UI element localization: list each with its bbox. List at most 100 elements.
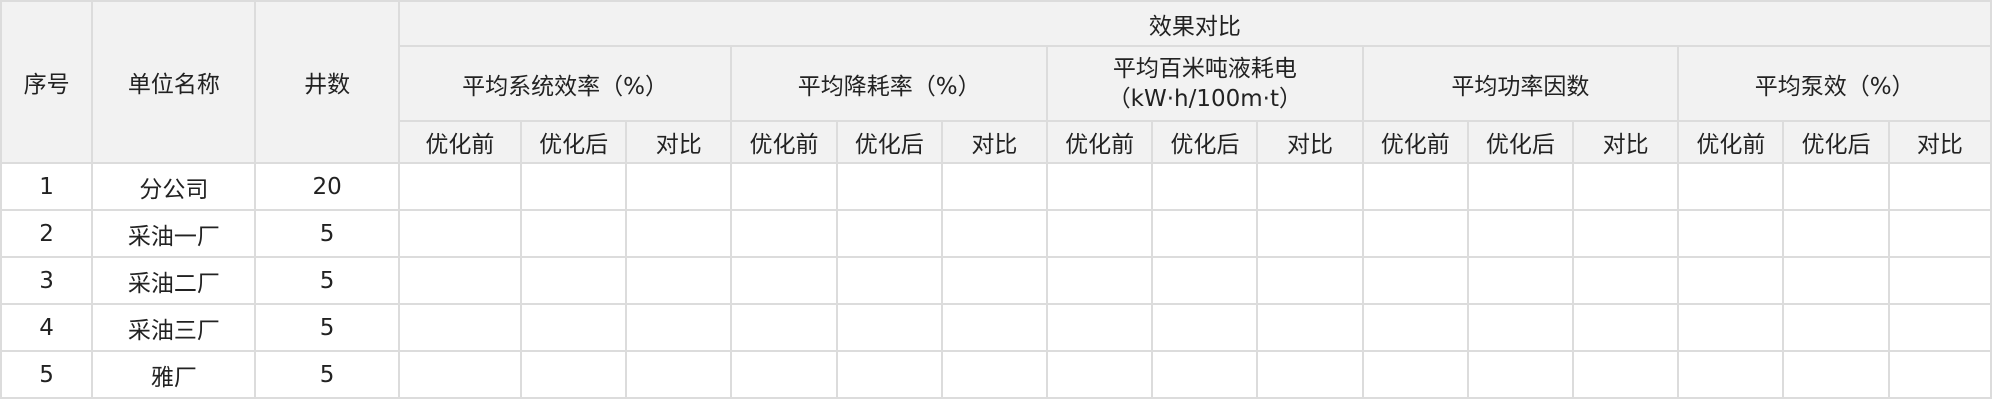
subheader-compare: 对比 (1887, 120, 1993, 164)
empty-value-cell (730, 209, 838, 258)
empty-value-cell (1782, 303, 1890, 352)
empty-value-cell (1151, 209, 1259, 258)
empty-value-cell (1572, 162, 1680, 211)
empty-value-cell (519, 350, 628, 399)
empty-value-cell (1361, 350, 1469, 399)
subheader-before: 优化前 (730, 120, 838, 164)
row-unit-cell: 采油二厂 (91, 256, 257, 305)
empty-value-cell (625, 303, 733, 352)
empty-value-cell (1046, 303, 1154, 352)
empty-value-cell (940, 350, 1049, 399)
empty-value-cell (1677, 209, 1785, 258)
empty-value-cell (835, 256, 943, 305)
header-metric-system-efficiency: 平均系统效率（%） (397, 45, 733, 122)
header-metric-power-per-100m-ton: 平均百米吨液耗电（kW·h/100m·t） (1046, 45, 1364, 122)
empty-value-cell (1572, 303, 1680, 352)
subheader-compare: 对比 (940, 120, 1049, 164)
row-unit-cell: 采油三厂 (91, 303, 257, 352)
header-index: 序号 (0, 0, 94, 164)
empty-value-cell (940, 256, 1049, 305)
empty-value-cell (625, 162, 733, 211)
empty-value-cell (1466, 209, 1575, 258)
empty-value-cell (1887, 209, 1993, 258)
table-row: 5 雅厂 5 (0, 350, 1993, 399)
empty-value-cell (1466, 350, 1575, 399)
empty-value-cell (1256, 209, 1364, 258)
empty-value-cell (1256, 256, 1364, 305)
table-row: 3 采油二厂 5 (0, 256, 1993, 305)
empty-value-cell (1046, 162, 1154, 211)
empty-value-cell (1677, 303, 1785, 352)
empty-value-cell (1887, 303, 1993, 352)
empty-value-cell (1677, 256, 1785, 305)
empty-value-cell (730, 303, 838, 352)
empty-value-cell (1256, 303, 1364, 352)
empty-value-cell (1782, 209, 1890, 258)
empty-value-cell (1572, 256, 1680, 305)
empty-value-cell (519, 256, 628, 305)
header-metric-pump-efficiency: 平均泵效（%） (1677, 45, 1992, 122)
empty-value-cell (397, 303, 523, 352)
empty-value-cell (730, 162, 838, 211)
subheader-after: 优化后 (1466, 120, 1575, 164)
empty-value-cell (397, 350, 523, 399)
empty-value-cell (1677, 350, 1785, 399)
subheader-after: 优化后 (1151, 120, 1259, 164)
row-wells-cell: 20 (254, 162, 400, 211)
empty-value-cell (835, 350, 943, 399)
empty-value-cell (730, 256, 838, 305)
subheader-before: 优化前 (1361, 120, 1469, 164)
empty-value-cell (1151, 303, 1259, 352)
empty-value-cell (1361, 162, 1469, 211)
comparison-table-container: 序号 单位名称 井数 效果对比 平均系统效率（%） 平均降耗率（%） 平均百米吨… (0, 0, 1993, 409)
subheader-before: 优化前 (1046, 120, 1154, 164)
empty-value-cell (1782, 162, 1890, 211)
subheader-compare: 对比 (625, 120, 733, 164)
empty-value-cell (1887, 162, 1993, 211)
table-row: 4 采油三厂 5 (0, 303, 1993, 352)
header-metric-energy-saving-rate: 平均降耗率（%） (730, 45, 1049, 122)
empty-value-cell (625, 350, 733, 399)
empty-value-cell (1887, 256, 1993, 305)
empty-value-cell (1361, 256, 1469, 305)
row-index-cell: 2 (0, 209, 94, 258)
empty-value-cell (1046, 350, 1154, 399)
header-well-count: 井数 (254, 0, 400, 164)
table-row: 1 分公司 20 (0, 162, 1993, 211)
subheader-compare: 对比 (1572, 120, 1680, 164)
empty-value-cell (519, 303, 628, 352)
empty-value-cell (730, 350, 838, 399)
row-unit-cell: 雅厂 (91, 350, 257, 399)
empty-value-cell (397, 209, 523, 258)
row-wells-cell: 5 (254, 303, 400, 352)
empty-value-cell (835, 303, 943, 352)
empty-value-cell (625, 256, 733, 305)
empty-value-cell (1256, 162, 1364, 211)
empty-value-cell (397, 162, 523, 211)
row-index-cell: 5 (0, 350, 94, 399)
empty-value-cell (1361, 303, 1469, 352)
empty-value-cell (1046, 209, 1154, 258)
table-row: 2 采油一厂 5 (0, 209, 1993, 258)
empty-value-cell (1466, 162, 1575, 211)
empty-value-cell (1887, 350, 1993, 399)
subheader-after: 优化后 (1782, 120, 1890, 164)
empty-value-cell (397, 256, 523, 305)
empty-value-cell (519, 209, 628, 258)
empty-value-cell (1256, 350, 1364, 399)
subheader-after: 优化后 (835, 120, 943, 164)
header-effect-comparison: 效果对比 (397, 0, 1993, 47)
empty-value-cell (1151, 256, 1259, 305)
header-unit-name: 单位名称 (91, 0, 257, 164)
empty-value-cell (1572, 350, 1680, 399)
row-index-cell: 4 (0, 303, 94, 352)
empty-value-cell (1151, 162, 1259, 211)
empty-value-cell (1361, 209, 1469, 258)
empty-value-cell (1466, 256, 1575, 305)
empty-value-cell (1782, 350, 1890, 399)
empty-value-cell (940, 303, 1049, 352)
subheader-compare: 对比 (1256, 120, 1364, 164)
row-index-cell: 1 (0, 162, 94, 211)
row-index-cell: 3 (0, 256, 94, 305)
subheader-before: 优化前 (1677, 120, 1785, 164)
